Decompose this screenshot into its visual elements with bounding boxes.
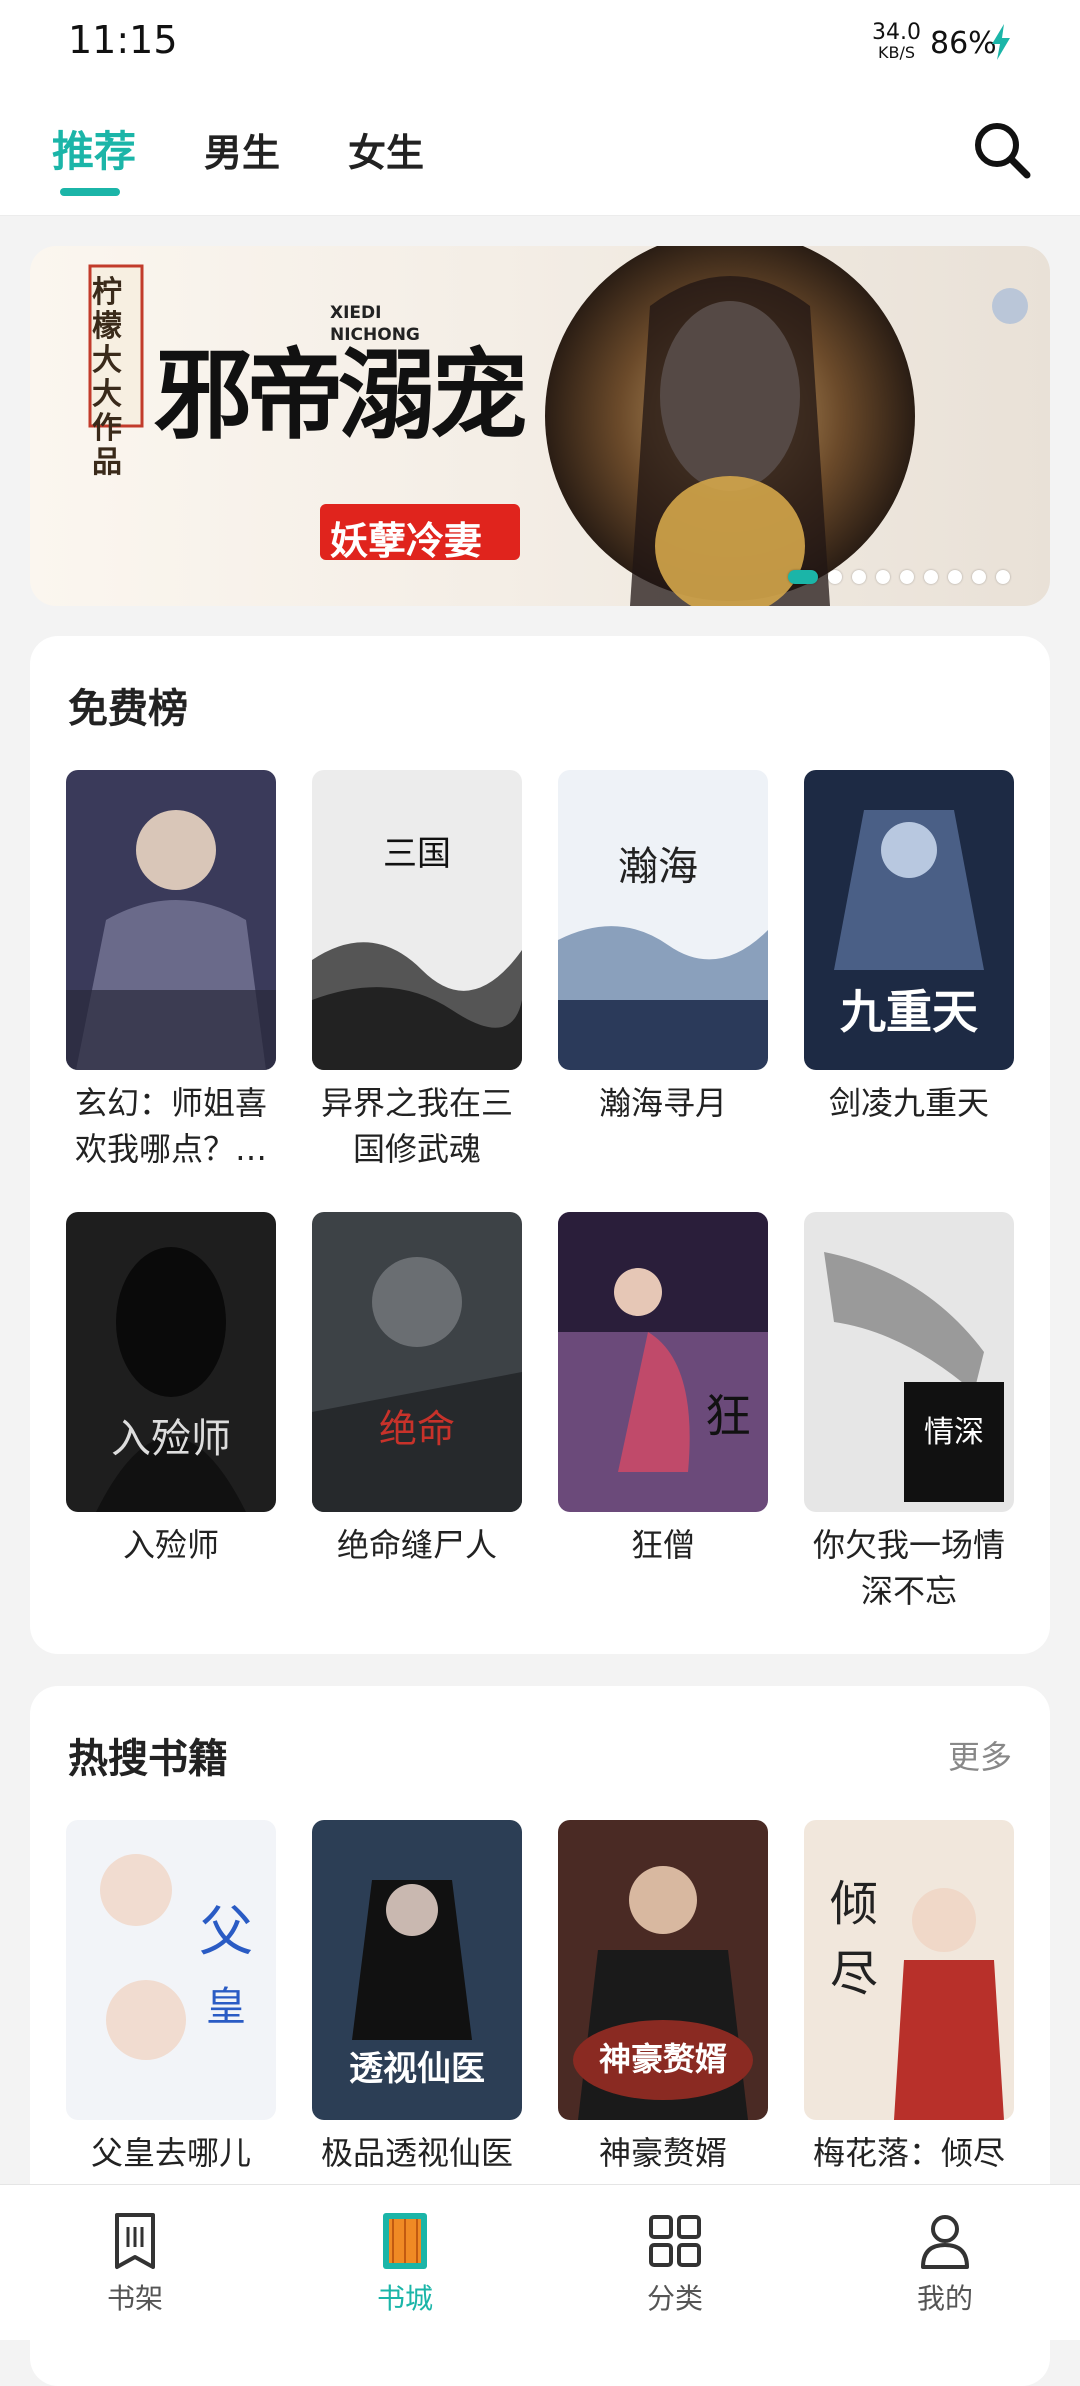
book-title: 梅花落：倾尽 — [812, 2134, 1005, 2172]
book-item[interactable]: 透视仙医 极品透视仙医 — [312, 1820, 522, 2176]
nav-label: 分类 — [646, 2282, 703, 2315]
book-item[interactable]: 狂 狂僧 — [558, 1212, 768, 1568]
book-item[interactable]: 绝命 绝命缝尸人 — [312, 1212, 522, 1568]
book-title: 瀚海寻月 — [598, 1084, 727, 1122]
book-cover[interactable]: 九重天 — [804, 770, 1014, 1070]
svg-text:透视仙医: 透视仙医 — [349, 2049, 485, 2089]
category-grid-icon — [649, 2215, 701, 2267]
nav-label: 书城 — [376, 2282, 433, 2315]
book-title: 入殓师 — [122, 1526, 219, 1564]
promo-banner[interactable]: 柠檬大大作品 邪帝溺宠 XIEDI NICHONG 妖孽冷妻 — [30, 246, 1050, 606]
book-title: 父皇去哪儿 — [90, 2134, 251, 2172]
banner-dot[interactable] — [788, 570, 818, 584]
book-title: 你欠我一场情深不忘 — [812, 1526, 1005, 1610]
battery-level: 86% — [930, 26, 997, 61]
book-title: 神豪赘婿 — [598, 2134, 727, 2172]
nav-category[interactable]: 分类 — [575, 2185, 775, 2341]
book-title: 异界之我在三国修武魂 — [320, 1084, 513, 1168]
status-time: 11:15 — [68, 18, 178, 62]
book-cover[interactable]: 透视仙医 — [312, 1820, 522, 2120]
banner-pinyin: XIEDI NICHONG — [330, 303, 420, 345]
banner-dot[interactable] — [996, 570, 1010, 584]
book-item[interactable]: 玄幻：师姐喜欢我哪点？… — [66, 770, 276, 1172]
nav-label: 书架 — [106, 2282, 163, 2315]
book-title: 绝命缝尸人 — [336, 1526, 497, 1564]
book-cover[interactable]: 神豪赘婿 — [558, 1820, 768, 2120]
book-cover[interactable]: 入殓师 — [66, 1212, 276, 1512]
svg-text:倾: 倾 — [830, 1876, 878, 1932]
nav-profile[interactable]: 我的 — [845, 2185, 1045, 2341]
nav-bookstore[interactable]: 书城 — [305, 2185, 505, 2341]
banner-dot[interactable] — [852, 570, 866, 584]
book-item[interactable]: 父皇 父皇去哪儿 — [66, 1820, 276, 2176]
svg-text:入殓师: 入殓师 — [111, 1416, 231, 1462]
tab-recommend[interactable]: 推荐 — [52, 118, 136, 179]
banner-dot[interactable] — [972, 570, 986, 584]
bottom-navigation: 书架 书城 分类 我的 — [0, 2184, 1080, 2340]
book-title: 玄幻：师姐喜欢我哪点？… — [74, 1084, 267, 1168]
book-item[interactable]: 三国 异界之我在三国修武魂 — [312, 770, 522, 1172]
svg-text:情深: 情深 — [924, 1415, 984, 1450]
profile-icon — [921, 2215, 969, 2269]
banner-dot[interactable] — [948, 570, 962, 584]
book-cover[interactable]: 情深 — [804, 1212, 1014, 1512]
charging-icon — [992, 24, 1010, 60]
tab-male[interactable]: 男生 — [204, 122, 280, 177]
banner-dot[interactable] — [900, 570, 914, 584]
banner-pagination[interactable] — [788, 570, 1010, 584]
free-ranking-section: 免费榜 玄幻：师姐喜欢我哪点？… 三国 异界之我在三国修武魂 瀚海 瀚海寻月 九… — [30, 636, 1050, 1654]
svg-text:三国: 三国 — [383, 834, 451, 874]
book-title: 狂僧 — [630, 1526, 695, 1564]
section-title: 热搜书籍 — [68, 1736, 228, 1782]
book-item[interactable]: 倾尽 梅花落：倾尽 — [804, 1820, 1014, 2176]
book-title: 剑凌九重天 — [828, 1084, 989, 1122]
svg-text:父: 父 — [199, 1900, 253, 1963]
book-item[interactable]: 神豪赘婿 神豪赘婿 — [558, 1820, 768, 2176]
banner-author: 柠檬大大作品 — [92, 275, 122, 480]
banner-dot[interactable] — [924, 570, 938, 584]
book-cover[interactable]: 父皇 — [66, 1820, 276, 2120]
network-speed: 34.0 KB/S — [872, 22, 921, 62]
book-title: 极品透视仙医 — [320, 2134, 513, 2172]
book-cover[interactable]: 三国 — [312, 770, 522, 1070]
book-cover[interactable]: 倾尽 — [804, 1820, 1014, 2120]
bookshelf-icon — [115, 2213, 155, 2269]
search-icon[interactable] — [972, 120, 1032, 180]
bookstore-icon — [383, 2213, 427, 2269]
banner-dot[interactable] — [828, 570, 842, 584]
tab-active-indicator — [60, 188, 120, 196]
banner-subtitle: 妖孽冷妻 — [330, 518, 483, 563]
top-navigation: 推荐 男生 女生 — [0, 84, 1080, 216]
svg-text:瀚海: 瀚海 — [618, 844, 698, 890]
book-item[interactable]: 九重天 剑凌九重天 — [804, 770, 1014, 1126]
book-cover[interactable]: 绝命 — [312, 1212, 522, 1512]
section-title: 免费榜 — [68, 686, 188, 732]
nav-label: 我的 — [916, 2282, 973, 2315]
svg-text:神豪赘婿: 神豪赘婿 — [599, 2040, 727, 2078]
more-link[interactable]: 更多 — [948, 1732, 1012, 1778]
banner-dot[interactable] — [876, 570, 890, 584]
book-cover[interactable] — [66, 770, 276, 1070]
nav-bookshelf[interactable]: 书架 — [35, 2185, 235, 2341]
book-item[interactable]: 入殓师 入殓师 — [66, 1212, 276, 1568]
book-cover[interactable]: 瀚海 — [558, 770, 768, 1070]
network-speed-value: 34.0 — [872, 20, 921, 45]
svg-text:绝命: 绝命 — [379, 1407, 455, 1451]
book-cover[interactable]: 狂 — [558, 1212, 768, 1512]
tab-female[interactable]: 女生 — [348, 122, 424, 177]
svg-text:尽: 尽 — [830, 1946, 878, 2002]
svg-text:皇: 皇 — [206, 1984, 246, 2030]
status-bar: 11:15 34.0 KB/S 86% — [0, 0, 1080, 84]
network-speed-unit: KB/S — [877, 43, 915, 62]
book-item[interactable]: 瀚海 瀚海寻月 — [558, 770, 768, 1126]
svg-text:九重天: 九重天 — [840, 985, 978, 1039]
book-item[interactable]: 情深 你欠我一场情深不忘 — [804, 1212, 1014, 1614]
svg-text:狂: 狂 — [705, 1389, 751, 1443]
